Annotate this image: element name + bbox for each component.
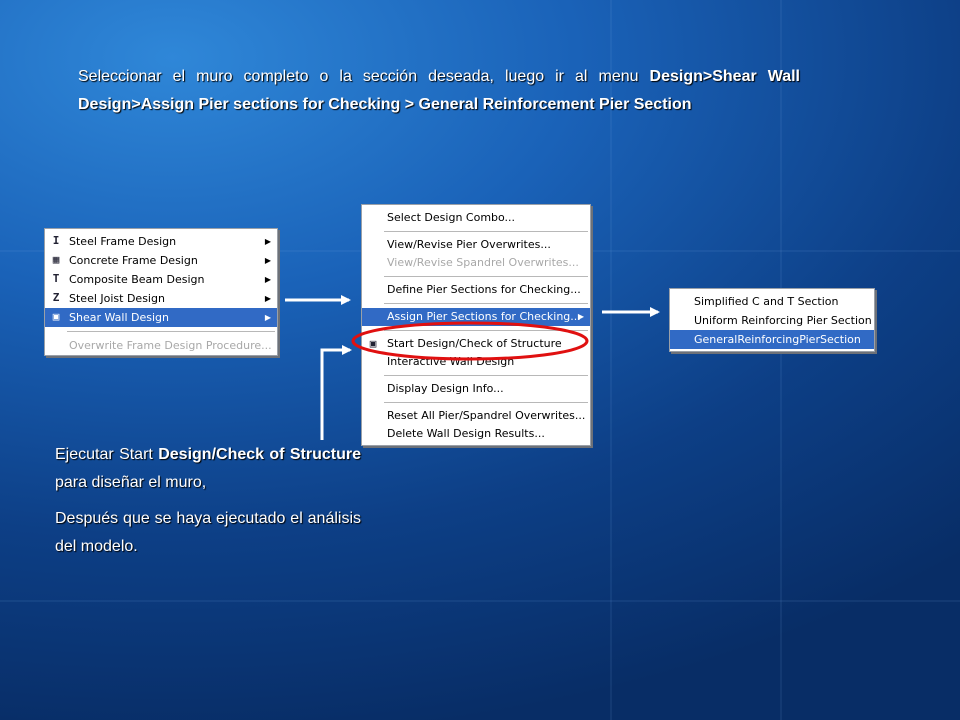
after-analysis-note: Después que se haya ejecutado el análisi… xyxy=(55,505,361,561)
execute-text-bold: Design/Check of Structure xyxy=(158,446,361,463)
highlight-circle xyxy=(351,321,589,361)
execute-text-plain: Ejecutar Start xyxy=(55,446,159,463)
arrow-up-right xyxy=(320,345,352,440)
annotation-overlay xyxy=(285,295,660,440)
execute-text-tail: para diseñar el muro, xyxy=(55,474,207,491)
execute-instruction: Ejecutar Start Design/Check of Structure… xyxy=(55,441,361,497)
after-analysis-text: Después que se haya ejecutado el análisi… xyxy=(55,510,361,555)
